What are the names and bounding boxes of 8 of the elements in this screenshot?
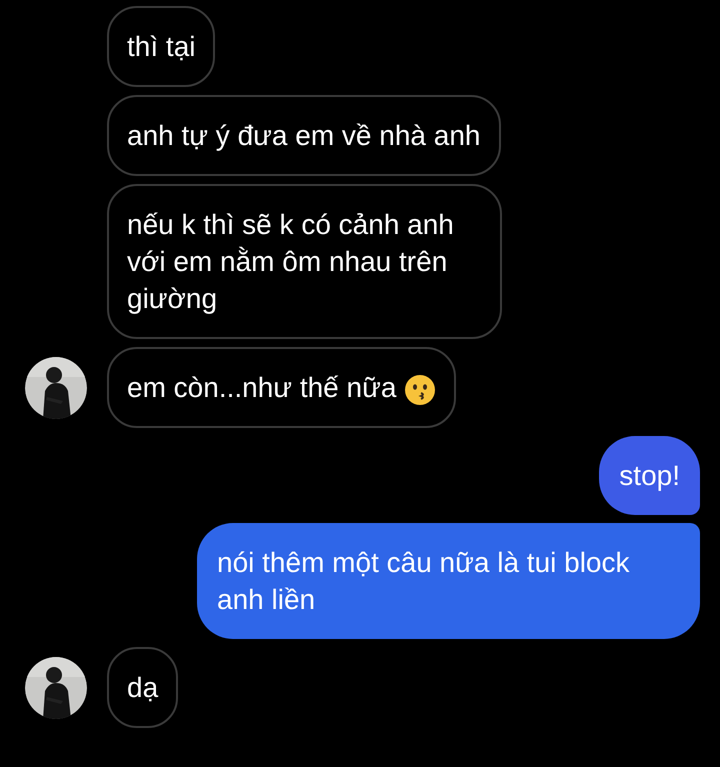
message-bubble: em còn...như thế nữa <box>107 347 456 428</box>
message-bubble: nói thêm một câu nữa là tui block anh liền <box>197 523 700 639</box>
message-bubble: nếu k thì sẽ k có cảnh anh với em nằm ôm nhau trên giường <box>107 184 502 339</box>
message-bubble: dạ <box>107 647 178 728</box>
message-bubble: thì tại <box>107 6 216 87</box>
message-bubble: stop! <box>599 436 700 515</box>
kissing-face-icon <box>404 374 436 406</box>
message-bubble: anh tự ý đưa em về nhà anh <box>107 95 500 176</box>
